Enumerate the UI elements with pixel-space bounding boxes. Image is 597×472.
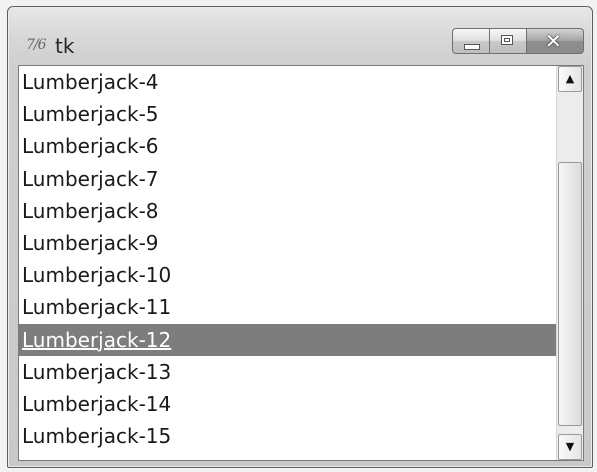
list-item[interactable]: Lumberjack-10: [19, 259, 556, 291]
maximize-button[interactable]: [490, 28, 527, 54]
window-controls: ✕: [452, 28, 584, 54]
list-item-selected[interactable]: Lumberjack-12: [19, 323, 556, 356]
listbox[interactable]: Lumberjack-4 Lumberjack-5 Lumberjack-6 Lumb…: [19, 66, 556, 460]
tk-feather-icon: 7/6: [26, 37, 47, 53]
list-item[interactable]: Lumberjack-4: [19, 66, 556, 98]
vertical-scrollbar[interactable]: ▲ ▼: [556, 66, 583, 460]
close-button[interactable]: ✕: [527, 28, 584, 54]
list-item[interactable]: Lumberjack-6: [19, 130, 556, 162]
scroll-down-button[interactable]: ▼: [558, 434, 582, 460]
list-item[interactable]: Lumberjack-8: [19, 195, 556, 227]
window-title: tk: [55, 34, 75, 58]
list-item[interactable]: Lumberjack-15: [19, 420, 556, 452]
list-item[interactable]: Lumberjack-9: [19, 227, 556, 259]
scrollbar-thumb[interactable]: [558, 162, 582, 426]
list-item[interactable]: Lumberjack-11: [19, 291, 556, 323]
tk-window: 7/6 tk ✕ Lumberjack-4 Lumberjack-5 Lumberj…: [7, 6, 593, 468]
title-bar[interactable]: 7/6 tk ✕: [8, 7, 592, 65]
arrow-down-icon: ▼: [565, 440, 575, 453]
list-item[interactable]: Lumberjack-13: [19, 356, 556, 388]
minimize-icon: [464, 44, 480, 50]
minimize-button[interactable]: [452, 28, 490, 54]
window-client-area: Lumberjack-4 Lumberjack-5 Lumberjack-6 Lumb…: [18, 65, 584, 461]
list-item[interactable]: Lumberjack-5: [19, 98, 556, 130]
arrow-up-icon: ▲: [565, 72, 575, 85]
maximize-icon: [501, 35, 513, 45]
list-item[interactable]: Lumberjack-14: [19, 388, 556, 420]
list-item[interactable]: Lumberjack-7: [19, 163, 556, 195]
close-icon: ✕: [545, 29, 562, 53]
scroll-up-button[interactable]: ▲: [558, 66, 582, 92]
